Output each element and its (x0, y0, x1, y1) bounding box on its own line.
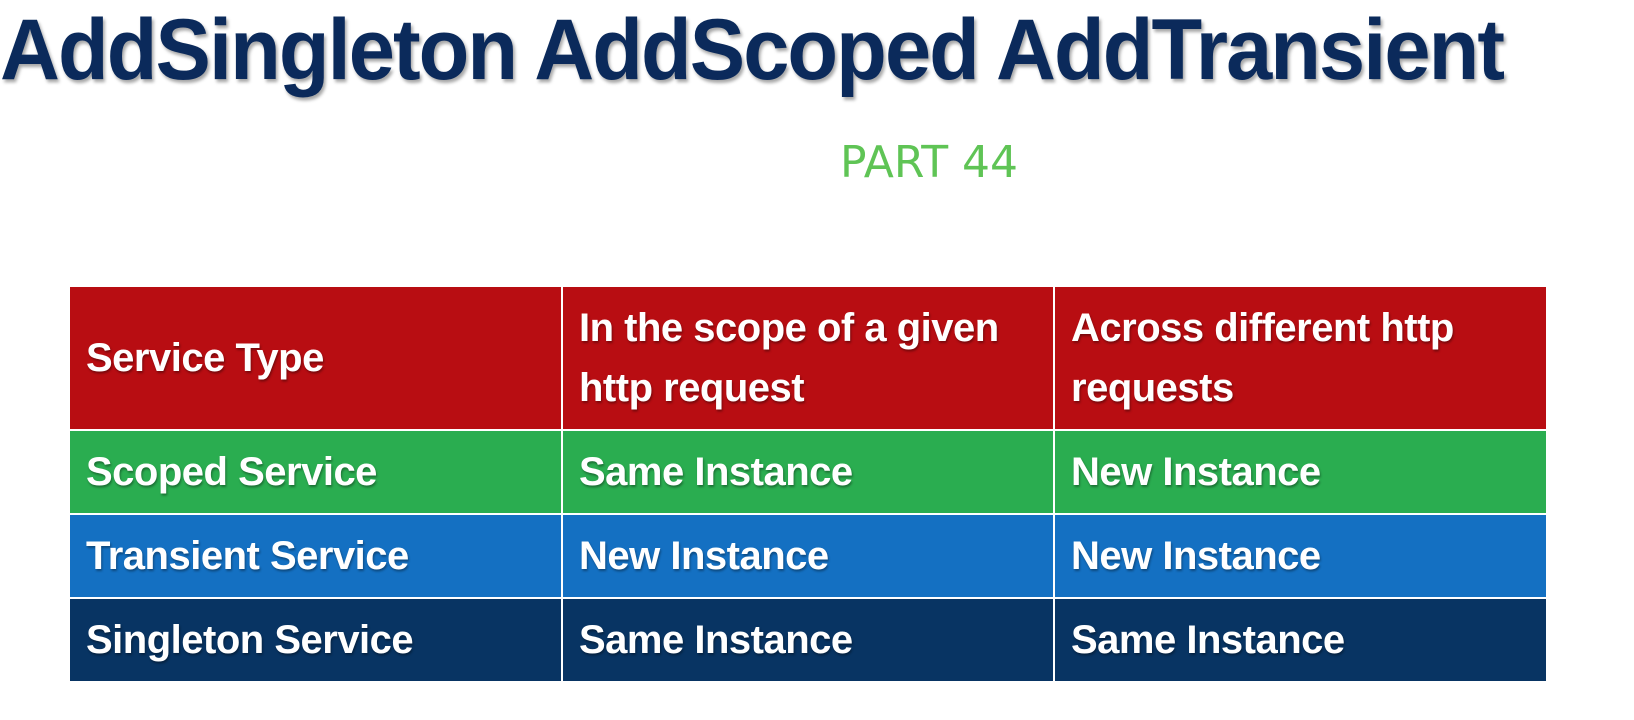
cell-service-type: Scoped Service (68, 429, 563, 515)
cell-different-requests: New Instance (1053, 429, 1548, 515)
part-label: PART 44 (840, 137, 1019, 188)
cell-different-requests: New Instance (1053, 513, 1548, 599)
cell-service-type: Transient Service (68, 513, 563, 599)
table-row: Scoped Service Same Instance New Instanc… (68, 429, 1548, 515)
cell-service-type: Singleton Service (68, 597, 563, 683)
service-lifetime-table-container: Service Type In the scope of a given htt… (68, 285, 1548, 685)
header-different-requests: Across different http requests (1053, 285, 1548, 431)
cell-same-request: Same Instance (561, 597, 1055, 683)
header-service-type: Service Type (68, 285, 563, 431)
table-header-row: Service Type In the scope of a given htt… (68, 285, 1548, 431)
header-same-request: In the scope of a given http request (561, 285, 1055, 431)
slide: AddSingleton AddScoped AddTransient PART… (0, 0, 1634, 720)
page-title: AddSingleton AddScoped AddTransient (0, 2, 1505, 98)
cell-same-request: New Instance (561, 513, 1055, 599)
cell-same-request: Same Instance (561, 429, 1055, 515)
service-lifetime-table: Service Type In the scope of a given htt… (68, 285, 1548, 683)
table-row: Singleton Service Same Instance Same Ins… (68, 597, 1548, 683)
cell-different-requests: Same Instance (1053, 597, 1548, 683)
table-row: Transient Service New Instance New Insta… (68, 513, 1548, 599)
